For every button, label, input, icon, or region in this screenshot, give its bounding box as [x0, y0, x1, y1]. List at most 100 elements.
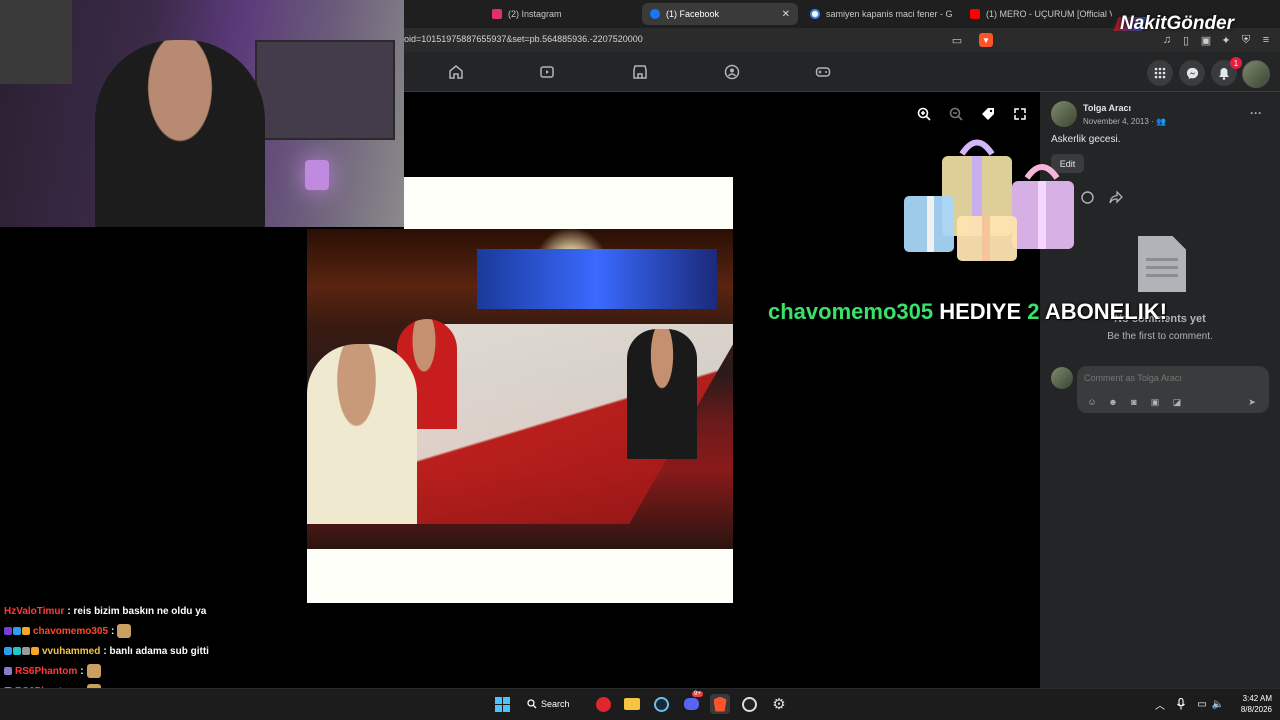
- chat-badge-icon: [31, 647, 39, 655]
- tab-facebook[interactable]: (1) Facebook ✕: [642, 3, 798, 25]
- tab-label: (2) Instagram: [508, 9, 562, 19]
- photo-person: [627, 329, 697, 459]
- sidebar-icon[interactable]: ▯: [1179, 33, 1193, 47]
- chat-badge-icon: [4, 647, 12, 655]
- taskbar-search[interactable]: Search: [527, 694, 577, 714]
- comment-input[interactable]: [1084, 373, 1254, 383]
- chat-text: : banlı adama sub gitti: [103, 645, 209, 657]
- profile-avatar[interactable]: [1242, 60, 1270, 88]
- system-clock[interactable]: 3:42 AM 8/8/2026: [1228, 693, 1272, 715]
- send-icon[interactable]: ➤: [1246, 396, 1258, 408]
- share-icon[interactable]: [1108, 189, 1124, 205]
- obs-icon[interactable]: [739, 694, 759, 714]
- gaming-icon[interactable]: [814, 63, 832, 81]
- url-text[interactable]: oid=10151975887655937&set=pb.564885936.-…: [404, 34, 643, 44]
- gift-boxes-graphic: [904, 139, 1074, 261]
- youtube-icon: [970, 9, 980, 19]
- tag-icon[interactable]: [978, 104, 998, 124]
- chat-badges: [4, 667, 12, 675]
- marketplace-icon[interactable]: [631, 63, 649, 81]
- streamer: [95, 40, 265, 227]
- tab-label: (1) Facebook: [666, 9, 720, 19]
- alert-text: ABONELIK!: [1044, 299, 1168, 324]
- chat-text: :: [111, 625, 115, 637]
- steam-icon[interactable]: [651, 694, 671, 714]
- alert-text: HEDIYE: [939, 299, 1022, 324]
- cast-icon[interactable]: ▭: [950, 33, 964, 47]
- discord-icon[interactable]: [681, 694, 701, 714]
- search-icon: [527, 699, 537, 709]
- more-options-icon[interactable]: ···: [1250, 106, 1262, 120]
- chat-username[interactable]: vvuhammed: [42, 646, 100, 657]
- extensions-icon[interactable]: ✦: [1219, 33, 1233, 47]
- sticker-icon[interactable]: ◪: [1171, 396, 1183, 408]
- menu-icon[interactable]: ≡: [1259, 33, 1273, 47]
- photo-window-lights: [477, 249, 717, 309]
- chat-username[interactable]: chavomemo305: [33, 626, 108, 637]
- photo-frame-bottom: [307, 549, 733, 603]
- chat-emote-icon: [86, 664, 101, 678]
- alert-username: chavomemo305: [768, 299, 934, 324]
- brave-shield-icon[interactable]: ▼: [979, 33, 993, 47]
- comment-icon[interactable]: [1079, 189, 1095, 205]
- windows-start-icon[interactable]: [492, 694, 512, 714]
- tab-label: samiyen kapanis maci fener - Goog: [826, 9, 952, 19]
- gif-icon[interactable]: ▣: [1149, 396, 1161, 408]
- wall-poster: [0, 0, 72, 84]
- nakitgonder-logo: NakitGönder: [1120, 13, 1235, 34]
- close-tab-icon[interactable]: ✕: [782, 9, 790, 20]
- photo-dinner-table[interactable]: [307, 229, 733, 549]
- media-icon[interactable]: ♫: [1160, 33, 1174, 47]
- microphone-icon[interactable]: [1174, 697, 1188, 711]
- author-avatar[interactable]: [1051, 101, 1077, 127]
- chat-text: : reis bizim baskın ne oldu ya: [67, 605, 207, 617]
- brave-icon[interactable]: [710, 694, 730, 714]
- show-hidden-icons-icon[interactable]: ︿: [1153, 697, 1167, 712]
- post-date[interactable]: November 4, 2013 · 👥: [1083, 117, 1166, 126]
- google-icon: [810, 9, 820, 19]
- file-explorer-icon[interactable]: [622, 694, 642, 714]
- chat-message: RS6Phantom:: [4, 661, 304, 681]
- zoom-in-icon[interactable]: [914, 104, 934, 124]
- settings-icon[interactable]: ⚙: [769, 694, 789, 714]
- menu-grid-icon[interactable]: [1147, 60, 1173, 86]
- avatar-sticker-icon[interactable]: ☺: [1086, 396, 1098, 408]
- clock-time: 3:42 AM: [1242, 694, 1272, 703]
- chat-badge-icon: [22, 627, 30, 635]
- fullscreen-icon[interactable]: [1010, 104, 1030, 124]
- chat-badge-icon: [4, 627, 12, 635]
- clock-date: 8/8/2026: [1240, 705, 1272, 714]
- network-icon[interactable]: ▭: [1195, 697, 1209, 711]
- messenger-icon[interactable]: [1179, 60, 1205, 86]
- screen: (2) Instagram (1) Facebook ✕ samiyen kap…: [0, 0, 1280, 720]
- chat-badge-icon: [13, 627, 21, 635]
- tab-youtube[interactable]: (1) MERO - UÇURUM [Official Vide: [962, 3, 1112, 25]
- post-date-text: November 4, 2013 ·: [1083, 117, 1154, 126]
- chat-username[interactable]: HzValoTimur: [4, 606, 64, 617]
- tab-google[interactable]: samiyen kapanis maci fener - Goog: [802, 3, 952, 25]
- zoom-out-icon[interactable]: [946, 104, 966, 124]
- vpn-icon[interactable]: ⛨: [1239, 33, 1253, 47]
- post-author[interactable]: Tolga Aracı: [1083, 103, 1131, 113]
- home-icon[interactable]: [447, 63, 465, 81]
- emoji-icon[interactable]: ☻: [1107, 396, 1119, 408]
- chat-badge-icon: [13, 647, 21, 655]
- volume-icon[interactable]: 🔈: [1211, 697, 1225, 711]
- discord-badge: 9+: [692, 691, 703, 697]
- chat-message: HzValoTimur: reis bizim baskın ne oldu y…: [4, 601, 304, 621]
- camera-icon[interactable]: ◙: [1128, 396, 1140, 408]
- friends-privacy-icon[interactable]: 👥: [1156, 117, 1166, 126]
- video-icon[interactable]: [538, 63, 556, 81]
- wallet-icon[interactable]: ▣: [1199, 33, 1213, 47]
- chat-username[interactable]: RS6Phantom: [15, 666, 77, 677]
- search-label: Search: [541, 699, 570, 709]
- groups-icon[interactable]: [723, 63, 741, 81]
- app-icon-red[interactable]: [593, 694, 613, 714]
- instagram-icon: [492, 9, 502, 19]
- chat-badge-icon: [4, 667, 12, 675]
- chat-badges: [4, 647, 39, 655]
- chat-badges: [4, 627, 30, 635]
- tab-label: (1) MERO - UÇURUM [Official Vide: [986, 9, 1112, 19]
- notification-count-badge: 1: [1230, 57, 1242, 69]
- tab-instagram[interactable]: (2) Instagram: [484, 3, 634, 25]
